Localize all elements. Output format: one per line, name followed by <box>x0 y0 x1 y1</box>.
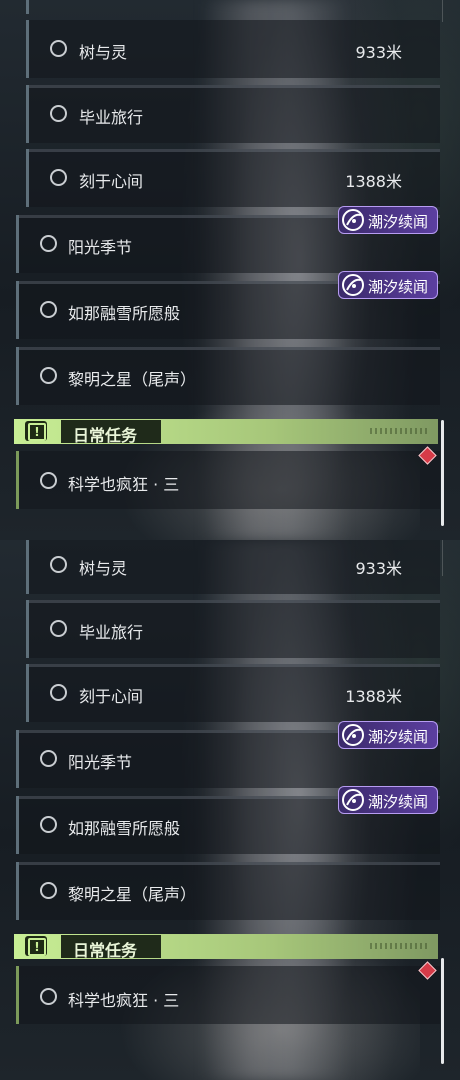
quest-status-icon <box>40 472 57 489</box>
quest-item[interactable]: 黎明之星（尾声） <box>16 862 440 920</box>
quest-distance: 933米 <box>355 559 402 578</box>
row-edge <box>16 451 19 509</box>
row-edge <box>26 149 29 207</box>
section-decoration <box>370 428 430 434</box>
tide-news-tag: 潮汐续闻 <box>338 721 438 749</box>
row-edge <box>16 347 19 405</box>
tide-news-tag: 潮汐续闻 <box>338 271 438 299</box>
quest-label: 科学也疯狂 · 三 <box>68 475 180 494</box>
quest-label: 毕业旅行 <box>79 623 144 642</box>
quest-label: 树与灵 <box>79 43 128 62</box>
quest-status-icon <box>40 301 57 318</box>
quest-item[interactable]: 树与灵 933米 <box>26 540 440 594</box>
quest-label: 科学也疯狂 · 三 <box>68 991 180 1010</box>
row-edge <box>26 600 29 658</box>
row-divider <box>19 347 440 350</box>
row-divider <box>29 600 440 603</box>
tide-news-tag: 潮汐续闻 <box>338 206 438 234</box>
quest-label: 黎明之星（尾声） <box>68 370 197 389</box>
row-edge <box>26 540 29 594</box>
quest-label: 阳光季节 <box>68 753 133 772</box>
row-edge <box>16 862 19 920</box>
quest-status-icon <box>40 816 57 833</box>
quest-status-icon <box>50 556 67 573</box>
quest-label: 黎明之星（尾声） <box>68 885 197 904</box>
list-edge <box>26 0 29 14</box>
daily-quests-header[interactable]: ! 日常任务 <box>14 419 438 445</box>
section-title-box: 日常任务 <box>61 935 161 960</box>
quest-item[interactable]: 树与灵 933米 <box>26 20 440 78</box>
swirl-icon <box>342 789 364 811</box>
row-edge <box>16 796 19 854</box>
tag-label: 潮汐续闻 <box>368 278 429 296</box>
row-edge <box>16 281 19 339</box>
swirl-icon <box>342 274 364 296</box>
row-edge <box>26 85 29 143</box>
quest-distance: 1388米 <box>345 172 402 191</box>
quest-label: 刻于心间 <box>79 172 144 191</box>
quest-status-icon <box>50 620 67 637</box>
quest-status-icon <box>40 988 57 1005</box>
section-title: 日常任务 <box>73 426 138 445</box>
row-divider <box>29 149 440 152</box>
row-edge <box>16 966 19 1024</box>
exclamation-icon: ! <box>25 421 47 441</box>
tag-label: 潮汐续闻 <box>368 793 429 811</box>
section-title-box: 日常任务 <box>61 420 161 445</box>
quest-distance: 933米 <box>355 43 402 62</box>
quest-status-icon <box>50 684 67 701</box>
quest-label: 毕业旅行 <box>79 108 144 127</box>
quest-distance: 1388米 <box>345 687 402 706</box>
scrollbar-thumb[interactable] <box>441 958 444 1064</box>
quest-status-icon <box>40 882 57 899</box>
quest-label: 树与灵 <box>79 559 128 578</box>
quest-list-panel-top: 树与灵 933米 毕业旅行 刻于心间 1388米 阳光季节 潮汐续闻 如那融雪所… <box>0 0 460 540</box>
swirl-icon <box>342 209 364 231</box>
quest-label: 如那融雪所愿般 <box>68 304 181 323</box>
row-edge <box>26 20 29 78</box>
quest-label: 如那融雪所愿般 <box>68 819 181 838</box>
scrollbar-track <box>442 540 443 576</box>
quest-status-icon <box>50 169 67 186</box>
row-divider <box>19 862 440 865</box>
quest-label: 阳光季节 <box>68 238 133 257</box>
quest-item[interactable]: 毕业旅行 <box>26 85 440 143</box>
quest-status-icon <box>40 235 57 252</box>
exclamation-icon: ! <box>25 936 47 956</box>
swirl-icon <box>342 724 364 746</box>
quest-status-icon <box>50 105 67 122</box>
row-edge <box>16 730 19 788</box>
scrollbar-thumb[interactable] <box>441 420 444 526</box>
quest-item[interactable]: 刻于心间 1388米 <box>26 149 440 207</box>
quest-item[interactable]: 黎明之星（尾声） <box>16 347 440 405</box>
section-decoration <box>370 943 430 949</box>
quest-status-icon <box>40 750 57 767</box>
quest-status-icon <box>50 40 67 57</box>
daily-quests-header[interactable]: ! 日常任务 <box>14 934 438 960</box>
row-edge <box>26 664 29 722</box>
section-title: 日常任务 <box>73 941 138 960</box>
quest-item[interactable]: 毕业旅行 <box>26 600 440 658</box>
quest-status-icon <box>40 367 57 384</box>
daily-quest-item[interactable]: 科学也疯狂 · 三 <box>16 451 440 509</box>
row-divider <box>29 664 440 667</box>
row-divider <box>29 85 440 88</box>
tag-label: 潮汐续闻 <box>368 728 429 746</box>
daily-quest-item[interactable]: 科学也疯狂 · 三 <box>16 966 440 1024</box>
tag-label: 潮汐续闻 <box>368 213 429 231</box>
row-edge <box>16 215 19 273</box>
tide-news-tag: 潮汐续闻 <box>338 786 438 814</box>
scrollbar-track <box>442 0 443 22</box>
quest-list-panel-bottom: 树与灵 933米 毕业旅行 刻于心间 1388米 阳光季节 潮汐续闻 如那融雪所… <box>0 540 460 1080</box>
quest-label: 刻于心间 <box>79 687 144 706</box>
quest-item[interactable]: 刻于心间 1388米 <box>26 664 440 722</box>
